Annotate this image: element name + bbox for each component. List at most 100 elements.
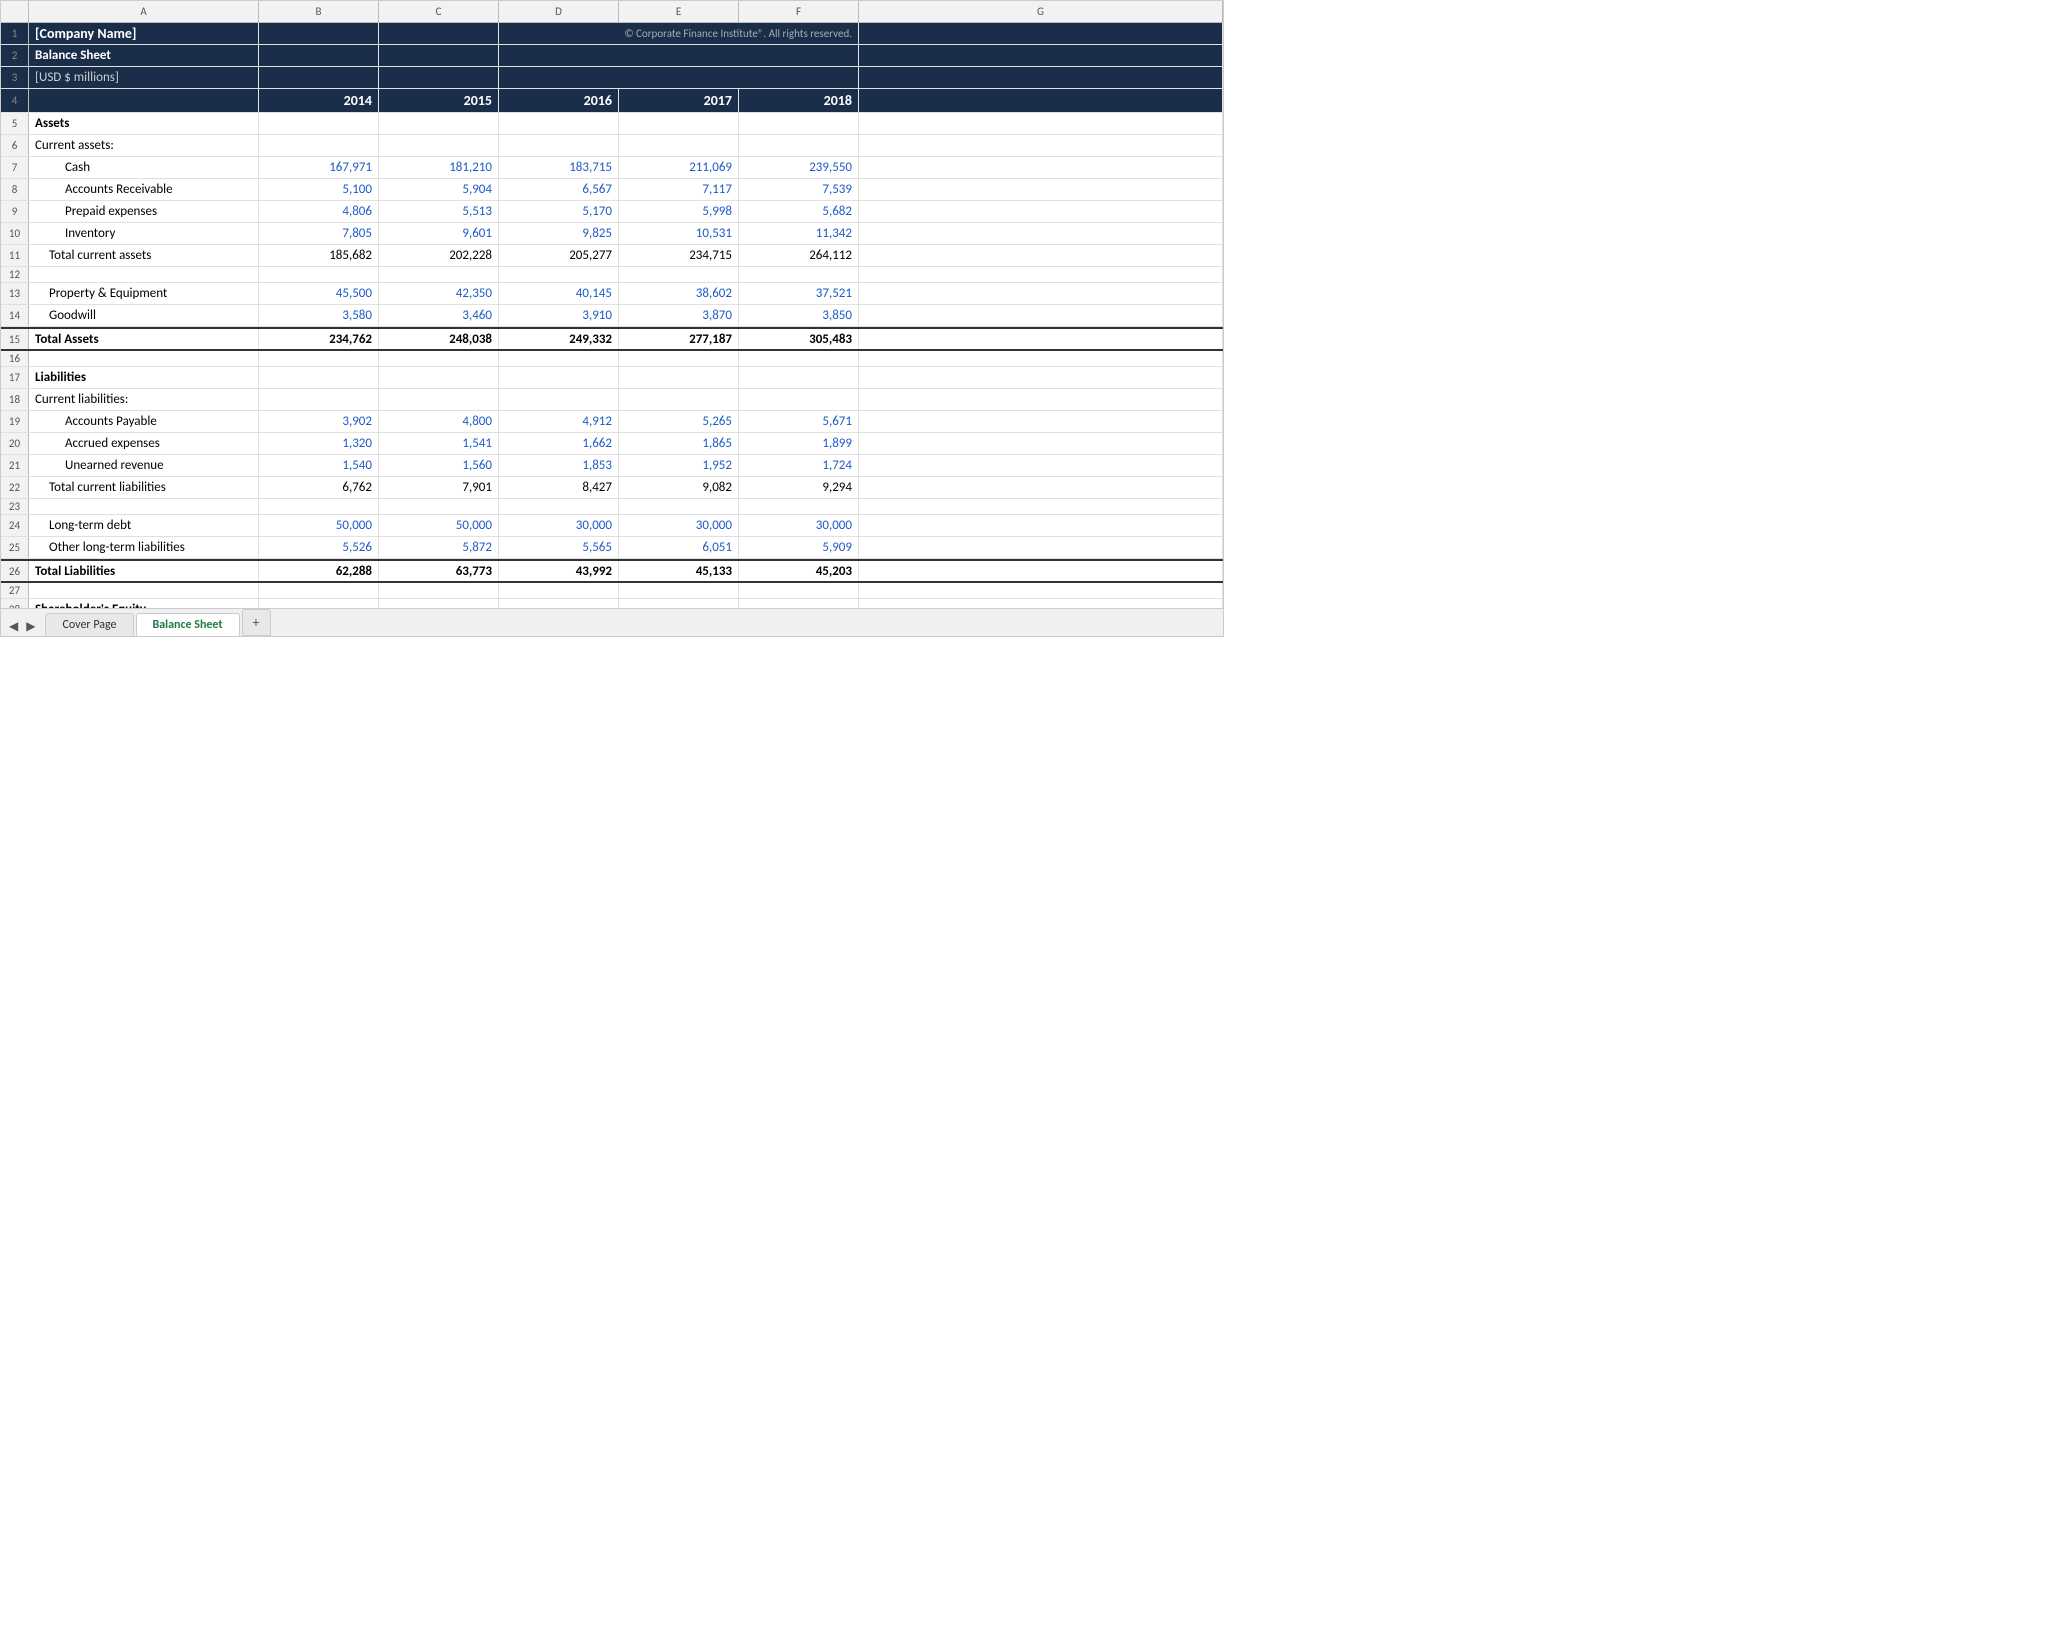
cell-16f: [739, 351, 859, 366]
tcl-2017: 9,082: [619, 477, 739, 498]
cell-1b: [259, 23, 379, 44]
year-2014: 2014: [259, 89, 379, 112]
cash-2015: 181,210: [379, 157, 499, 178]
row-num-11: 11: [1, 245, 29, 266]
corner-cell: [1, 1, 29, 22]
table-row: 11 Total current assets 185,682 202,228 …: [1, 245, 1223, 267]
table-row: 13 Property & Equipment 45,500 42,350 40…: [1, 283, 1223, 305]
year-2017: 2017: [619, 89, 739, 112]
cell-28b: [259, 599, 379, 608]
tab-nav-next[interactable]: ▶: [22, 617, 39, 636]
ppe-2018: 37,521: [739, 283, 859, 304]
tl-2016: 43,992: [499, 561, 619, 581]
cell-28e: [619, 599, 739, 608]
sheet-title: Balance Sheet: [29, 45, 259, 66]
ar-2018: 7,539: [739, 179, 859, 200]
table-row: 1 [Company Name] © Corporate Finance Ins…: [1, 23, 1223, 45]
cell-2g: [859, 45, 1223, 66]
tab-balance-sheet[interactable]: Balance Sheet: [136, 613, 240, 636]
cell-25g: [859, 537, 1223, 558]
cell-17c: [379, 367, 499, 388]
cell-28g: [859, 599, 1223, 608]
cell-19g: [859, 411, 1223, 432]
cell-18g: [859, 389, 1223, 410]
ltd-2018: 30,000: [739, 515, 859, 536]
tab-cover-page[interactable]: Cover Page: [45, 613, 133, 636]
ar-label: Accounts Receivable: [29, 179, 259, 200]
cell-5g: [859, 113, 1223, 134]
cell-5d: [499, 113, 619, 134]
cell-17g: [859, 367, 1223, 388]
cell-23b: [259, 499, 379, 514]
cell-9g: [859, 201, 1223, 222]
row-num-27: 27: [1, 583, 29, 598]
unearned-2015: 1,560: [379, 455, 499, 476]
row-num-2: 2: [1, 45, 29, 66]
cell-6c: [379, 135, 499, 156]
table-row: 24 Long-term debt 50,000 50,000 30,000 3…: [1, 515, 1223, 537]
accrued-2017: 1,865: [619, 433, 739, 454]
cell-3g: [859, 67, 1223, 88]
goodwill-2018: 3,850: [739, 305, 859, 326]
cell-27f: [739, 583, 859, 598]
year-2016: 2016: [499, 89, 619, 112]
row-num-17: 17: [1, 367, 29, 388]
cell-6g: [859, 135, 1223, 156]
cell-16a: [29, 351, 259, 366]
cell-1g: [859, 23, 1223, 44]
cell-1c: [379, 23, 499, 44]
tab-nav-prev[interactable]: ◀: [5, 617, 22, 636]
cell-12b: [259, 267, 379, 282]
ltd-2016: 30,000: [499, 515, 619, 536]
cell-16b: [259, 351, 379, 366]
cell-15g: [859, 329, 1223, 349]
accrued-2018: 1,899: [739, 433, 859, 454]
table-row: 2 Balance Sheet: [1, 45, 1223, 67]
cell-23g: [859, 499, 1223, 514]
row-num-1: 1: [1, 23, 29, 44]
cell-17f: [739, 367, 859, 388]
table-row: 12: [1, 267, 1223, 283]
spreadsheet: A B C D E F G 1 [Company Name] © Corpora…: [0, 0, 1224, 637]
oltl-2016: 5,565: [499, 537, 619, 558]
goodwill-2015: 3,460: [379, 305, 499, 326]
table-row: 14 Goodwill 3,580 3,460 3,910 3,870 3,85…: [1, 305, 1223, 327]
table-row: 5 Assets: [1, 113, 1223, 135]
cell-11g: [859, 245, 1223, 266]
goodwill-2014: 3,580: [259, 305, 379, 326]
cell-3c: [379, 67, 499, 88]
row-num-3: 3: [1, 67, 29, 88]
total-current-assets-label: Total current assets: [29, 245, 259, 266]
company-name: [Company Name]: [29, 23, 259, 44]
ap-2015: 4,800: [379, 411, 499, 432]
liabilities-label: Liabilities: [29, 367, 259, 388]
cash-label: Cash: [29, 157, 259, 178]
tcl-2014: 6,762: [259, 477, 379, 498]
row-num-22: 22: [1, 477, 29, 498]
tab-bar: ◀ ▶ Cover Page Balance Sheet +: [1, 608, 1223, 636]
unearned-2014: 1,540: [259, 455, 379, 476]
year-2015: 2015: [379, 89, 499, 112]
ppe-2014: 45,500: [259, 283, 379, 304]
cell-17e: [619, 367, 739, 388]
grid-body: 1 [Company Name] © Corporate Finance Ins…: [1, 23, 1223, 608]
tab-add-button[interactable]: +: [242, 609, 271, 636]
tcl-2016: 8,427: [499, 477, 619, 498]
cell-18b: [259, 389, 379, 410]
row-num-6: 6: [1, 135, 29, 156]
table-row: 16: [1, 351, 1223, 367]
goodwill-2016: 3,910: [499, 305, 619, 326]
row-num-12: 12: [1, 267, 29, 282]
row-num-18: 18: [1, 389, 29, 410]
ap-label: Accounts Payable: [29, 411, 259, 432]
row-num-7: 7: [1, 157, 29, 178]
row-num-24: 24: [1, 515, 29, 536]
table-row: 3 [USD $ millions]: [1, 67, 1223, 89]
ltd-2017: 30,000: [619, 515, 739, 536]
cell-28c: [379, 599, 499, 608]
table-row: 26 Total Liabilities 62,288 63,773 43,99…: [1, 559, 1223, 583]
cell-27b: [259, 583, 379, 598]
table-row: 8 Accounts Receivable 5,100 5,904 6,567 …: [1, 179, 1223, 201]
cell-12a: [29, 267, 259, 282]
cell-3b: [259, 67, 379, 88]
